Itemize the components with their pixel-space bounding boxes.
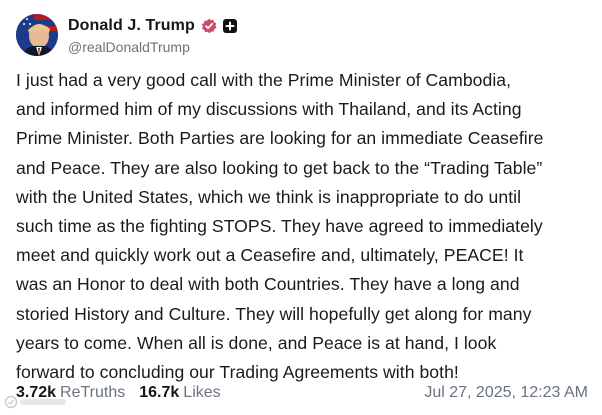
post-line: and Peace. They are also looking to get … xyxy=(16,157,543,178)
post-line: storied History and Culture. They will h… xyxy=(16,303,532,324)
post-timestamp[interactable]: Jul 27, 2025, 12:23 AM xyxy=(424,384,588,402)
likes-stat[interactable]: 16.7k Likes xyxy=(139,384,220,402)
post-body: I just had a very good call with the Pri… xyxy=(16,66,590,387)
likes-label: Likes xyxy=(183,384,221,401)
watermark-logo xyxy=(4,394,70,410)
verified-badge-icon xyxy=(201,18,217,34)
avatar-image xyxy=(16,14,58,56)
post-line: meet and quickly work out a Ceasefire an… xyxy=(16,245,524,266)
name-row: Donald J. Trump xyxy=(68,16,237,36)
avatar[interactable] xyxy=(16,14,58,56)
post-header: Donald J. Trump @realDonaldTrump xyxy=(16,14,586,58)
post-line: Prime Minister. Both Parties are looking… xyxy=(16,128,544,149)
post-line: with the United States, which we think i… xyxy=(16,186,522,207)
post-line: and informed him of my discussions with … xyxy=(16,99,522,120)
post-line: years to come. When all is done, and Pea… xyxy=(16,332,497,353)
post-line: such time as the fighting STOPS. They ha… xyxy=(16,216,543,237)
user-handle[interactable]: @realDonaldTrump xyxy=(68,39,190,55)
likes-count: 16.7k xyxy=(139,384,180,401)
post-line: I just had a very good call with the Pri… xyxy=(16,70,512,90)
post-line: forward to concluding our Trading Agreem… xyxy=(16,362,459,383)
display-name[interactable]: Donald J. Trump xyxy=(68,17,195,35)
truth-post: Donald J. Trump @realDonaldTrump I just … xyxy=(0,0,602,412)
post-footer: 3.72k ReTruths 16.7k Likes Jul 27, 2025, 1… xyxy=(16,384,588,408)
post-line: was an Honor to deal with both Countries… xyxy=(16,274,520,295)
plus-square-icon xyxy=(222,19,237,33)
